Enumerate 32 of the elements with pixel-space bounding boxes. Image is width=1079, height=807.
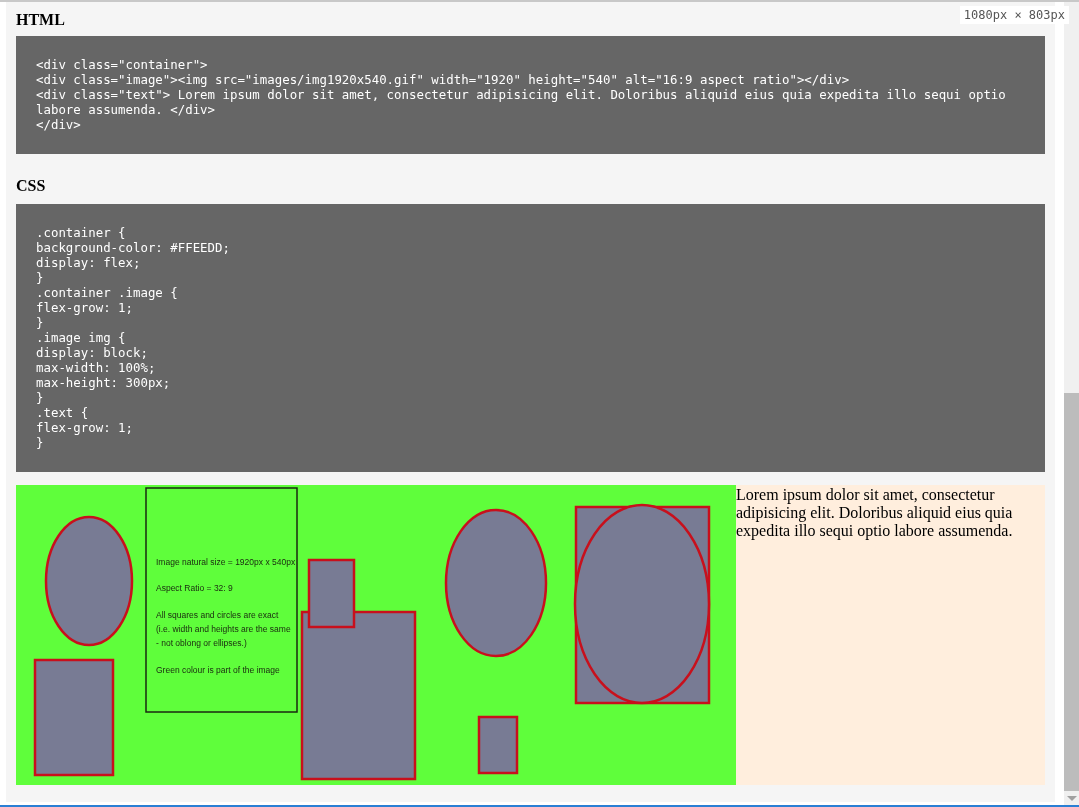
scrollbar[interactable] [1064,2,1079,805]
image-caption: Aspect Ratio = 32: 9 [156,583,233,593]
image-caption: - not oblong or ellipses.) [156,638,247,648]
section-heading: CSS [16,176,46,196]
code-line: max-width: 100%; [36,360,157,375]
code-line: .container { [36,225,127,240]
code-line: flex-grow: 1; [36,300,134,315]
section-heading: HTML [16,10,65,30]
code-line: } [36,315,45,330]
image-caption: All squares and circles are exact [156,610,279,620]
image-caption: (i.e. width and heights are the same [156,624,291,634]
scroll-down-arrow-icon[interactable] [1066,796,1077,801]
code-line: <div class="image"><img src="images/img1920x540.gif" width="1920" height="540" alt="16:9 aspect ratio"></div> [36,72,851,87]
code-line: .container .image { [36,285,179,300]
size-label: 1080px × 803px [959,6,1069,24]
code-line: .image img { [36,330,127,345]
code-line: } [36,435,45,450]
code-line: <div class="container"> [36,57,209,72]
code-line: } [36,270,45,285]
image-caption: Green colour is part of the image [156,665,280,675]
demo-paragraph: Lorem ipsum dolor sit amet, consectetur adipisicing elit. Doloribus aliquid eius quia expedita illo sequi optio labore assumenda. [736,485,1046,785]
code-line: display: block; [36,345,149,360]
code-line: display: flex; [36,255,142,270]
code-line: </div> [36,117,82,132]
scrollbar-thumb[interactable] [1064,393,1079,791]
code-line: <div class="text"> Lorem ipsum dolor sit amet, consectetur adipisicing elit. Doloribus aliquid eius quia expedita illo sequi optio labore assumenda. </div> [36,87,1007,117]
code-line: flex-grow: 1; [36,420,134,435]
code-line: } [36,390,45,405]
code-line: max-height: 300px; [36,375,172,390]
code-line: .text { [36,405,90,420]
image-caption: Image natural size = 1920px x 540px [156,557,296,567]
code-line: background-color: #FFEEDD; [36,240,231,255]
